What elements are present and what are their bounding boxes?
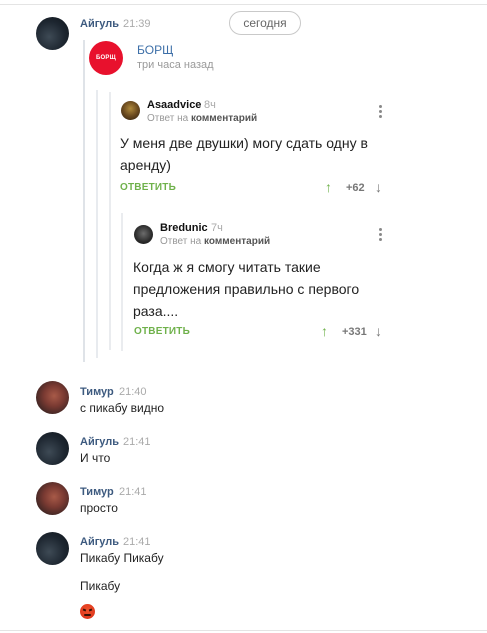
comment-author[interactable]: Asaadvice: [147, 99, 201, 111]
downvote-arrow-icon[interactable]: ↓: [375, 323, 387, 339]
avatar[interactable]: [36, 532, 69, 565]
commenter-avatar[interactable]: [134, 225, 153, 244]
message-time: 21:41: [123, 436, 151, 448]
message-text: с пикабу видно: [80, 401, 165, 415]
comment-text: Когда ж я смогу читать такие предложения…: [133, 259, 360, 319]
comment-score: +62: [346, 182, 365, 194]
comment-reply-to: Ответ на комментарий: [160, 236, 271, 247]
thread-line: [96, 90, 98, 358]
top-divider: [0, 4, 487, 5]
borsch-logo[interactable]: БОРЩ: [89, 41, 123, 75]
reply-button[interactable]: ОТВЕТИТЬ: [134, 326, 190, 337]
date-divider: сегодня: [229, 11, 301, 35]
avatar[interactable]: [36, 17, 69, 50]
message-time: 21:41: [123, 536, 151, 548]
comment-time: 7ч: [211, 222, 223, 234]
thread-line: [121, 213, 123, 351]
message-time: 21:39: [123, 18, 151, 30]
thread-line: [109, 92, 111, 350]
message-text: просто: [80, 501, 118, 515]
comment-text: У меня две двушки) могу сдать одну в аре…: [120, 135, 368, 173]
more-options-icon[interactable]: [379, 228, 383, 242]
avatar[interactable]: [36, 482, 69, 515]
author-name[interactable]: Тимур: [80, 486, 114, 498]
shared-source-time: три часа назад: [137, 59, 214, 71]
comment-author[interactable]: Bredunic: [160, 222, 208, 234]
reply-button[interactable]: ОТВЕТИТЬ: [120, 182, 176, 193]
emoji-mouth: [84, 614, 91, 616]
shared-source-name[interactable]: БОРЩ: [137, 43, 173, 57]
message-time: 21:40: [119, 386, 147, 398]
author-name[interactable]: Айгуль: [80, 18, 119, 30]
upvote-arrow-icon[interactable]: ↑: [321, 323, 333, 339]
bottom-divider: [0, 630, 487, 631]
more-options-icon[interactable]: [379, 105, 383, 119]
message-text: Пикабу Пикабу: [80, 551, 164, 565]
reply-target-link[interactable]: комментарий: [204, 236, 270, 247]
comment-reply-to: Ответ на комментарий: [147, 113, 258, 124]
downvote-arrow-icon[interactable]: ↓: [375, 179, 387, 195]
message-text: И что: [80, 451, 111, 465]
message-time: 21:41: [119, 486, 147, 498]
comment-time: 8ч: [204, 99, 216, 111]
avatar[interactable]: [36, 432, 69, 465]
angry-face-emoji: [80, 604, 95, 619]
author-name[interactable]: Айгуль: [80, 536, 119, 548]
message-text: Пикабу: [80, 579, 121, 593]
commenter-avatar[interactable]: [121, 101, 140, 120]
quote-bar: [83, 40, 85, 362]
author-name[interactable]: Тимур: [80, 386, 114, 398]
reply-target-link[interactable]: комментарий: [191, 113, 257, 124]
upvote-arrow-icon[interactable]: ↑: [325, 179, 337, 195]
avatar[interactable]: [36, 381, 69, 414]
comment-score: +331: [342, 326, 367, 338]
author-name[interactable]: Айгуль: [80, 436, 119, 448]
